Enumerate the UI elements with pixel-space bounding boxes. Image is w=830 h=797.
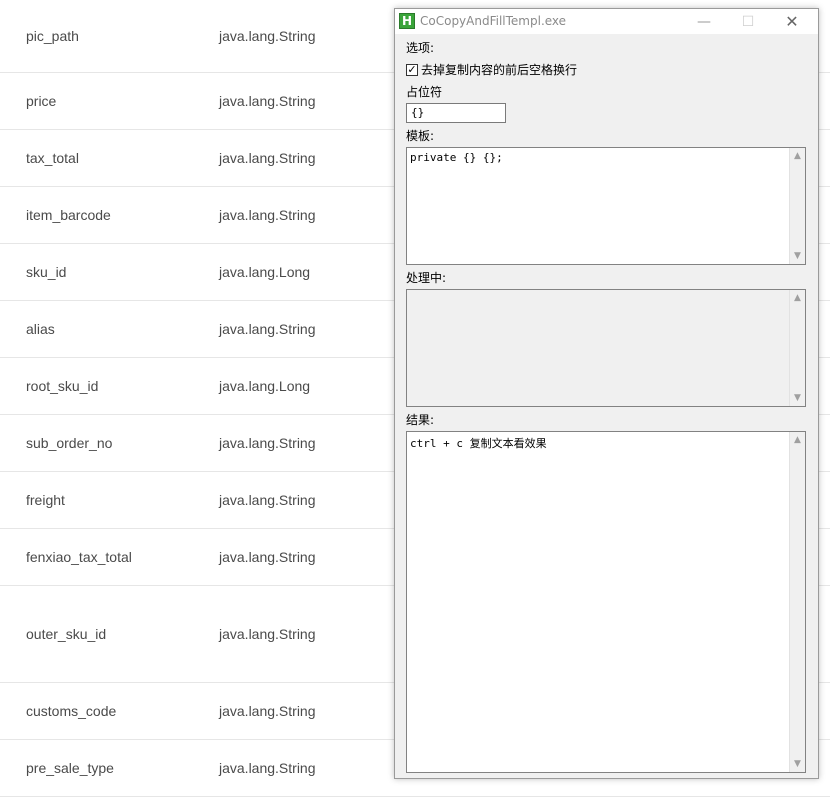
trim-checkbox[interactable]: ✓ <box>406 63 418 76</box>
field-type: java.lang.String <box>219 150 316 166</box>
title-bar[interactable]: H CoCopyAndFillTempl.exe — ☐ ✕ <box>395 9 818 34</box>
field-name: tax_total <box>26 150 79 166</box>
app-window: H CoCopyAndFillTempl.exe — ☐ ✕ 选项: ✓ 去掉复… <box>394 8 819 779</box>
field-type: java.lang.String <box>219 626 316 642</box>
field-name: root_sku_id <box>26 378 99 394</box>
field-type: java.lang.Long <box>219 378 311 394</box>
field-name: item_barcode <box>26 207 111 223</box>
processing-textarea[interactable]: ▲ ▼ <box>406 289 806 407</box>
field-name: pre_sale_type <box>26 760 114 776</box>
field-type: java.lang.String <box>219 28 316 44</box>
scroll-up-icon[interactable]: ▲ <box>790 291 805 305</box>
field-type: java.lang.String <box>219 93 316 109</box>
processing-label: 处理中: <box>406 271 447 285</box>
options-label: 选项: <box>406 41 435 55</box>
scroll-up-icon[interactable]: ▲ <box>790 433 805 447</box>
field-type: java.lang.String <box>219 492 316 508</box>
field-type: java.lang.String <box>219 207 316 223</box>
field-name: fenxiao_tax_total <box>26 549 132 565</box>
field-name: pic_path <box>26 28 79 44</box>
result-textarea[interactable]: ctrl + c 复制文本看效果 ▲ ▼ <box>406 431 806 773</box>
field-name: alias <box>26 321 55 337</box>
placeholder-label: 占位符 <box>406 85 443 99</box>
close-button[interactable]: ✕ <box>770 9 814 34</box>
template-scrollbar[interactable]: ▲ ▼ <box>789 148 805 264</box>
trim-option[interactable]: ✓ 去掉复制内容的前后空格换行 <box>406 61 577 78</box>
field-name: sku_id <box>26 264 67 280</box>
scroll-up-icon[interactable]: ▲ <box>790 149 805 163</box>
field-name: sub_order_no <box>26 435 113 451</box>
result-label: 结果: <box>406 413 435 427</box>
field-type: java.lang.String <box>219 321 316 337</box>
result-scrollbar[interactable]: ▲ ▼ <box>789 432 805 772</box>
template-text: private {} {}; <box>410 151 503 164</box>
field-name: outer_sku_id <box>26 626 107 642</box>
template-textarea[interactable]: private {} {}; ▲ ▼ <box>406 147 806 265</box>
field-type: java.lang.String <box>219 760 316 776</box>
result-text: ctrl + c 复制文本看效果 <box>410 437 547 450</box>
field-type: java.lang.String <box>219 549 316 565</box>
placeholder-input[interactable]: {} <box>406 103 506 123</box>
field-name: freight <box>26 492 65 508</box>
field-type: java.lang.Long <box>219 264 311 280</box>
app-icon: H <box>399 13 415 29</box>
minimize-button[interactable]: — <box>682 9 726 34</box>
template-label: 模板: <box>406 129 435 143</box>
field-name: customs_code <box>26 703 117 719</box>
field-name: price <box>26 93 57 109</box>
scroll-down-icon[interactable]: ▼ <box>790 391 805 405</box>
maximize-button[interactable]: ☐ <box>726 9 770 34</box>
window-title: CoCopyAndFillTempl.exe <box>420 14 567 28</box>
trim-checkbox-label[interactable]: 去掉复制内容的前后空格换行 <box>421 61 577 78</box>
field-type: java.lang.String <box>219 435 316 451</box>
checkmark-icon: ✓ <box>407 63 417 76</box>
field-type: java.lang.String <box>219 703 316 719</box>
scroll-down-icon[interactable]: ▼ <box>790 249 805 263</box>
processing-scrollbar[interactable]: ▲ ▼ <box>789 290 805 406</box>
scroll-down-icon[interactable]: ▼ <box>790 757 805 771</box>
